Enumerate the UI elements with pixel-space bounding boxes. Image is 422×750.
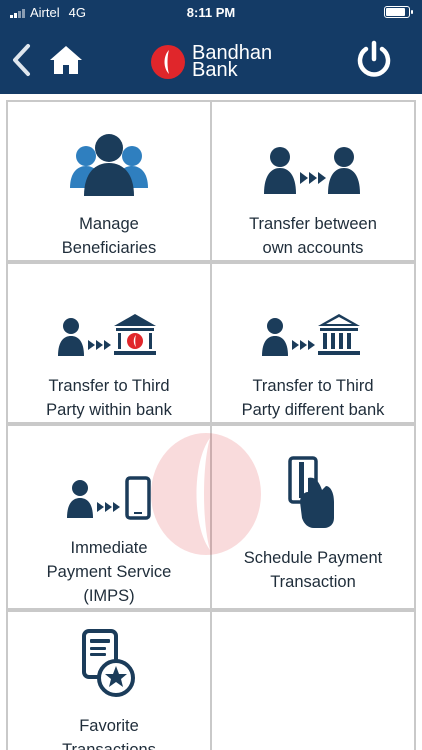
- battery-icon: [384, 6, 413, 18]
- tile-third-party-different-bank[interactable]: Transfer to Third Party different bank: [210, 262, 416, 424]
- tile-schedule-payment[interactable]: Schedule Payment Transaction: [210, 424, 416, 610]
- tile-label: Favorite Transactions: [62, 717, 156, 750]
- tile-label: Manage Beneficiaries: [61, 215, 157, 257]
- back-button[interactable]: [4, 40, 38, 80]
- bank-transfer-icon: [58, 314, 156, 356]
- logo-text-line2: Bank: [192, 59, 238, 81]
- bank-logo: Bandhan Bank: [150, 43, 272, 81]
- tile-label: Transfer to Third Party within bank: [46, 377, 172, 419]
- mobile-transfer-icon: [67, 476, 151, 520]
- other-bank-transfer-icon: [262, 314, 360, 356]
- status-bar: Airtel 4G 8:11 PM: [0, 0, 422, 26]
- tile-label: Transfer between own accounts: [249, 215, 377, 257]
- tile-label: Schedule Payment Transaction: [243, 549, 383, 591]
- beneficiaries-icon: [70, 134, 148, 196]
- card-payment-icon: [288, 456, 334, 528]
- home-icon: [50, 46, 82, 74]
- home-button[interactable]: [46, 40, 86, 80]
- tile-third-party-within-bank[interactable]: Transfer to Third Party within bank: [6, 262, 212, 424]
- own-transfer-icon: [264, 147, 360, 194]
- chevron-left-icon: [13, 44, 30, 76]
- tile-label: Transfer to Third Party different bank: [241, 377, 385, 419]
- tile-imps[interactable]: Immediate Payment Service (IMPS): [6, 424, 212, 610]
- tile-own-accounts-transfer[interactable]: Transfer between own accounts: [210, 100, 416, 262]
- app-header: Bandhan Bank: [0, 26, 422, 94]
- transfer-menu-grid: Manage Beneficiaries Transfer between ow…: [0, 94, 422, 750]
- clock: 8:11 PM: [186, 5, 236, 20]
- favorite-document-icon: [82, 629, 135, 697]
- tile-label: Immediate Payment Service (IMPS): [46, 539, 172, 605]
- power-icon: [357, 40, 391, 77]
- bandhan-logo-icon: [151, 45, 185, 79]
- logout-button[interactable]: [352, 38, 396, 82]
- tile-empty: [210, 610, 416, 750]
- tile-manage-beneficiaries[interactable]: Manage Beneficiaries: [6, 100, 212, 262]
- tile-favorite-transactions[interactable]: Favorite Transactions: [6, 610, 212, 750]
